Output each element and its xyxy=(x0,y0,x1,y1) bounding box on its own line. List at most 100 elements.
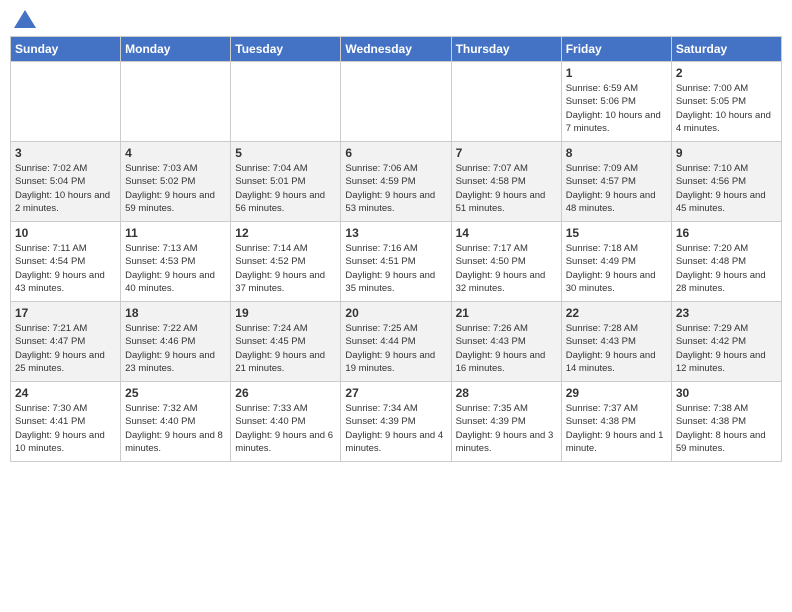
col-header-wednesday: Wednesday xyxy=(341,37,451,62)
day-number: 1 xyxy=(566,66,667,80)
day-number: 28 xyxy=(456,386,557,400)
calendar-cell: 27Sunrise: 7:34 AM Sunset: 4:39 PM Dayli… xyxy=(341,382,451,462)
day-info: Sunrise: 7:25 AM Sunset: 4:44 PM Dayligh… xyxy=(345,322,446,375)
day-number: 13 xyxy=(345,226,446,240)
calendar-cell: 9 Sunrise: 7:10 AM Sunset: 4:56 PM Daylig… xyxy=(671,142,781,222)
day-info: Sunrise: 7:34 AM Sunset: 4:39 PM Dayligh… xyxy=(345,402,446,455)
day-number: 6 xyxy=(345,146,446,160)
calendar-cell xyxy=(121,62,231,142)
page-header xyxy=(10,10,782,28)
calendar-cell: 19 Sunrise: 7:24 AM Sunset: 4:45 PM Dayli… xyxy=(231,302,341,382)
day-number: 20 xyxy=(345,306,446,320)
day-info: Sunrise: 7:11 AM Sunset: 4:54 PM Dayligh… xyxy=(15,242,116,295)
day-info: Sunrise: 7:10 AM Sunset: 4:56 PM Dayligh… xyxy=(676,162,777,215)
calendar-cell: 23 Sunrise: 7:29 AM Sunset: 4:42 PM Dayli… xyxy=(671,302,781,382)
calendar-cell xyxy=(11,62,121,142)
day-number: 19 xyxy=(235,306,336,320)
day-number: 21 xyxy=(456,306,557,320)
day-number: 7 xyxy=(456,146,557,160)
calendar-cell: 4 Sunrise: 7:03 AM Sunset: 5:02 PM Daylig… xyxy=(121,142,231,222)
calendar-week-row: 10 Sunrise: 7:11 AM Sunset: 4:54 PM Dayli… xyxy=(11,222,782,302)
col-header-saturday: Saturday xyxy=(671,37,781,62)
calendar-cell: 24 Sunrise: 7:30 AM Sunset: 4:41 PM Dayli… xyxy=(11,382,121,462)
day-info: Sunrise: 7:28 AM Sunset: 4:43 PM Dayligh… xyxy=(566,322,667,375)
calendar-week-row: 1 Sunrise: 6:59 AM Sunset: 5:06 PM Daylig… xyxy=(11,62,782,142)
col-header-tuesday: Tuesday xyxy=(231,37,341,62)
calendar-cell: 16 Sunrise: 7:20 AM Sunset: 4:48 PM Dayli… xyxy=(671,222,781,302)
day-info: Sunrise: 7:38 AM Sunset: 4:38 PM Dayligh… xyxy=(676,402,777,455)
day-number: 25 xyxy=(125,386,226,400)
day-number: 23 xyxy=(676,306,777,320)
calendar-cell: 29Sunrise: 7:37 AM Sunset: 4:38 PM Dayli… xyxy=(561,382,671,462)
day-info: Sunrise: 7:02 AM Sunset: 5:04 PM Dayligh… xyxy=(15,162,116,215)
day-number: 30 xyxy=(676,386,777,400)
calendar-cell: 2 Sunrise: 7:00 AM Sunset: 5:05 PM Daylig… xyxy=(671,62,781,142)
calendar-cell: 3 Sunrise: 7:02 AM Sunset: 5:04 PM Daylig… xyxy=(11,142,121,222)
day-number: 10 xyxy=(15,226,116,240)
calendar-week-row: 24 Sunrise: 7:30 AM Sunset: 4:41 PM Dayli… xyxy=(11,382,782,462)
day-info: Sunrise: 7:07 AM Sunset: 4:58 PM Dayligh… xyxy=(456,162,557,215)
day-number: 14 xyxy=(456,226,557,240)
calendar-cell: 13 Sunrise: 7:16 AM Sunset: 4:51 PM Dayli… xyxy=(341,222,451,302)
day-number: 17 xyxy=(15,306,116,320)
col-header-monday: Monday xyxy=(121,37,231,62)
day-number: 16 xyxy=(676,226,777,240)
day-info: Sunrise: 7:06 AM Sunset: 4:59 PM Dayligh… xyxy=(345,162,446,215)
calendar-cell: 14Sunrise: 7:17 AM Sunset: 4:50 PM Dayli… xyxy=(451,222,561,302)
day-number: 4 xyxy=(125,146,226,160)
calendar-table: SundayMondayTuesdayWednesdayThursdayFrid… xyxy=(10,36,782,462)
day-number: 2 xyxy=(676,66,777,80)
calendar-cell: 15 Sunrise: 7:18 AM Sunset: 4:49 PM Dayli… xyxy=(561,222,671,302)
day-info: Sunrise: 6:59 AM Sunset: 5:06 PM Dayligh… xyxy=(566,82,667,135)
day-info: Sunrise: 7:37 AM Sunset: 4:38 PM Dayligh… xyxy=(566,402,667,455)
day-number: 5 xyxy=(235,146,336,160)
calendar-cell: 21 Sunrise: 7:26 AM Sunset: 4:43 PM Dayli… xyxy=(451,302,561,382)
day-info: Sunrise: 7:16 AM Sunset: 4:51 PM Dayligh… xyxy=(345,242,446,295)
calendar-cell: 20 Sunrise: 7:25 AM Sunset: 4:44 PM Dayli… xyxy=(341,302,451,382)
calendar-cell: 8 Sunrise: 7:09 AM Sunset: 4:57 PM Daylig… xyxy=(561,142,671,222)
calendar-cell xyxy=(231,62,341,142)
calendar-cell: 25 Sunrise: 7:32 AM Sunset: 4:40 PM Dayli… xyxy=(121,382,231,462)
col-header-sunday: Sunday xyxy=(11,37,121,62)
day-number: 3 xyxy=(15,146,116,160)
day-info: Sunrise: 7:33 AM Sunset: 4:40 PM Dayligh… xyxy=(235,402,336,455)
day-info: Sunrise: 7:32 AM Sunset: 4:40 PM Dayligh… xyxy=(125,402,226,455)
day-info: Sunrise: 7:13 AM Sunset: 4:53 PM Dayligh… xyxy=(125,242,226,295)
logo-icon xyxy=(14,10,36,28)
day-number: 8 xyxy=(566,146,667,160)
day-info: Sunrise: 7:03 AM Sunset: 5:02 PM Dayligh… xyxy=(125,162,226,215)
day-info: Sunrise: 7:09 AM Sunset: 4:57 PM Dayligh… xyxy=(566,162,667,215)
calendar-cell: 18 Sunrise: 7:22 AM Sunset: 4:46 PM Dayli… xyxy=(121,302,231,382)
day-info: Sunrise: 7:22 AM Sunset: 4:46 PM Dayligh… xyxy=(125,322,226,375)
day-number: 18 xyxy=(125,306,226,320)
calendar-cell: 11 Sunrise: 7:13 AM Sunset: 4:53 PM Dayli… xyxy=(121,222,231,302)
calendar-cell: 30 Sunrise: 7:38 AM Sunset: 4:38 PM Dayli… xyxy=(671,382,781,462)
calendar-cell xyxy=(341,62,451,142)
day-number: 24 xyxy=(15,386,116,400)
day-info: Sunrise: 7:35 AM Sunset: 4:39 PM Dayligh… xyxy=(456,402,557,455)
day-info: Sunrise: 7:20 AM Sunset: 4:48 PM Dayligh… xyxy=(676,242,777,295)
col-header-thursday: Thursday xyxy=(451,37,561,62)
day-number: 11 xyxy=(125,226,226,240)
day-info: Sunrise: 7:21 AM Sunset: 4:47 PM Dayligh… xyxy=(15,322,116,375)
logo xyxy=(14,10,38,28)
day-number: 15 xyxy=(566,226,667,240)
calendar-cell: 12Sunrise: 7:14 AM Sunset: 4:52 PM Dayli… xyxy=(231,222,341,302)
calendar-cell: 5Sunrise: 7:04 AM Sunset: 5:01 PM Daylig… xyxy=(231,142,341,222)
col-header-friday: Friday xyxy=(561,37,671,62)
day-number: 22 xyxy=(566,306,667,320)
day-info: Sunrise: 7:24 AM Sunset: 4:45 PM Dayligh… xyxy=(235,322,336,375)
day-info: Sunrise: 7:30 AM Sunset: 4:41 PM Dayligh… xyxy=(15,402,116,455)
calendar-week-row: 3 Sunrise: 7:02 AM Sunset: 5:04 PM Daylig… xyxy=(11,142,782,222)
calendar-cell: 7 Sunrise: 7:07 AM Sunset: 4:58 PM Daylig… xyxy=(451,142,561,222)
day-number: 9 xyxy=(676,146,777,160)
day-info: Sunrise: 7:29 AM Sunset: 4:42 PM Dayligh… xyxy=(676,322,777,375)
day-number: 12 xyxy=(235,226,336,240)
calendar-cell: 1 Sunrise: 6:59 AM Sunset: 5:06 PM Daylig… xyxy=(561,62,671,142)
calendar-cell xyxy=(451,62,561,142)
day-info: Sunrise: 7:26 AM Sunset: 4:43 PM Dayligh… xyxy=(456,322,557,375)
day-info: Sunrise: 7:18 AM Sunset: 4:49 PM Dayligh… xyxy=(566,242,667,295)
day-info: Sunrise: 7:00 AM Sunset: 5:05 PM Dayligh… xyxy=(676,82,777,135)
calendar-cell: 10 Sunrise: 7:11 AM Sunset: 4:54 PM Dayli… xyxy=(11,222,121,302)
calendar-week-row: 17 Sunrise: 7:21 AM Sunset: 4:47 PM Dayli… xyxy=(11,302,782,382)
